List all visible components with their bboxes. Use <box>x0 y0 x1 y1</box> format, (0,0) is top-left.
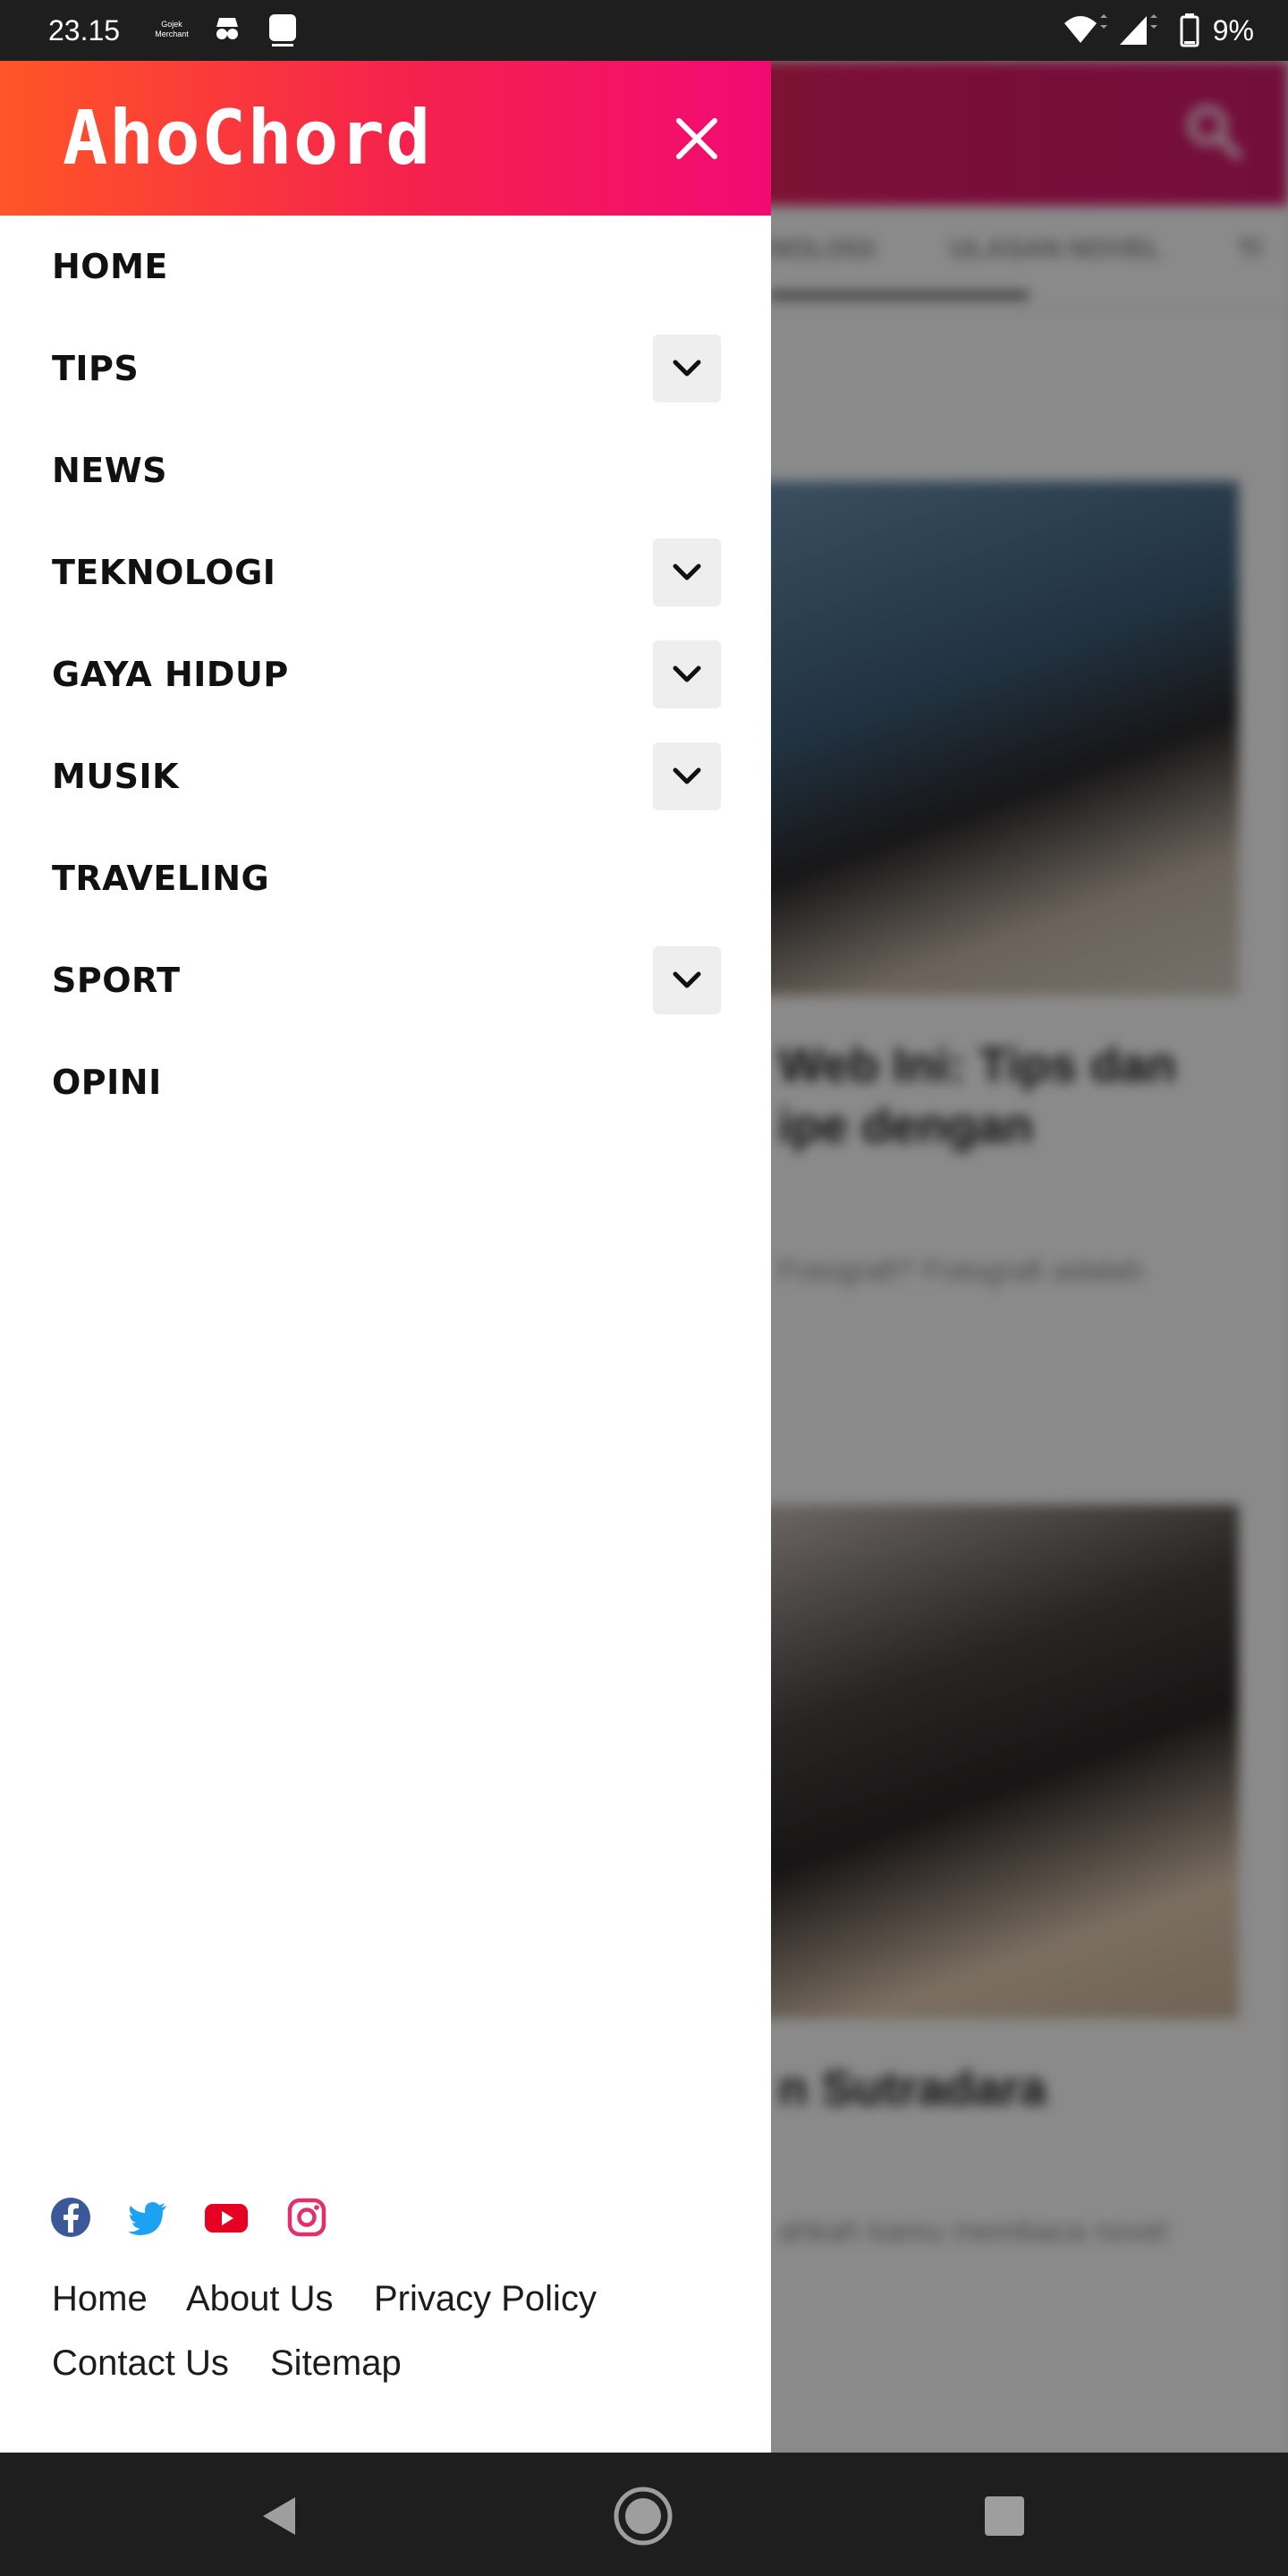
youtube-icon[interactable] <box>204 2197 248 2238</box>
menu-item-label: TEKNOLOGI <box>52 553 276 592</box>
chevron-down-icon[interactable] <box>653 946 721 1014</box>
menu-item-news[interactable]: NEWS <box>0 419 771 521</box>
close-icon[interactable] <box>671 113 723 165</box>
menu-item-opini[interactable]: OPINI <box>0 1031 771 1133</box>
gojek-merchant-icon: Gojek Merchant <box>154 13 190 48</box>
chevron-down-icon[interactable] <box>653 640 721 708</box>
menu-item-sport[interactable]: SPORT <box>0 929 771 1031</box>
back-icon[interactable] <box>249 2485 311 2547</box>
twitter-icon[interactable] <box>127 2197 168 2238</box>
home-icon[interactable] <box>612 2485 674 2547</box>
footer-link-privacy-policy[interactable]: Privacy Policy <box>374 2277 597 2320</box>
signal-icon <box>1118 13 1157 52</box>
facebook-icon[interactable] <box>50 2197 91 2238</box>
menu-item-traveling[interactable]: TRAVELING <box>0 827 771 929</box>
chevron-down-icon[interactable] <box>653 742 721 810</box>
menu-item-home[interactable]: HOME <box>0 216 771 318</box>
chevron-down-icon[interactable] <box>653 538 721 606</box>
menu-item-tips[interactable]: TIPS <box>0 318 771 419</box>
navigation-drawer: AhoChord HOME TIPS NEWS TEKNOLOGI GAYA H… <box>0 61 771 2453</box>
menu-item-label: MUSIK <box>52 757 180 796</box>
svg-text:Merchant: Merchant <box>155 30 189 38</box>
incognito-icon <box>211 13 243 48</box>
footer-link-about-us[interactable]: About Us <box>186 2277 334 2320</box>
status-bar: 23.15 Gojek Merchant 9% <box>0 0 1288 61</box>
drawer-header: AhoChord <box>0 61 771 216</box>
menu-item-gaya-hidup[interactable]: GAYA HIDUP <box>0 623 771 725</box>
menu-item-label: OPINI <box>52 1063 162 1102</box>
menu-item-label: SPORT <box>52 961 181 1000</box>
status-time: 23.15 <box>48 14 121 47</box>
menu-item-label: TIPS <box>52 349 140 388</box>
menu-item-label: NEWS <box>52 451 168 490</box>
wifi-icon <box>1061 13 1107 52</box>
menu-item-label: GAYA HIDUP <box>52 655 289 694</box>
footer-link-sitemap[interactable]: Sitemap <box>270 2342 402 2385</box>
svg-text:Gojek: Gojek <box>161 20 182 29</box>
menu-item-label: TRAVELING <box>52 859 270 898</box>
app-icon <box>267 13 299 52</box>
menu-item-teknologi[interactable]: TEKNOLOGI <box>0 521 771 623</box>
battery-percentage: 9% <box>1212 14 1254 47</box>
system-navigation-bar <box>0 2453 1288 2576</box>
site-logo[interactable]: AhoChord <box>63 97 432 179</box>
battery-icon <box>1179 13 1200 52</box>
chevron-down-icon[interactable] <box>653 335 721 402</box>
footer-link-contact-us[interactable]: Contact Us <box>52 2342 229 2385</box>
instagram-icon[interactable] <box>286 2197 327 2238</box>
recents-icon[interactable] <box>973 2485 1036 2547</box>
footer-link-home[interactable]: Home <box>52 2277 148 2320</box>
menu-item-musik[interactable]: MUSIK <box>0 725 771 827</box>
menu-item-label: HOME <box>52 247 168 286</box>
